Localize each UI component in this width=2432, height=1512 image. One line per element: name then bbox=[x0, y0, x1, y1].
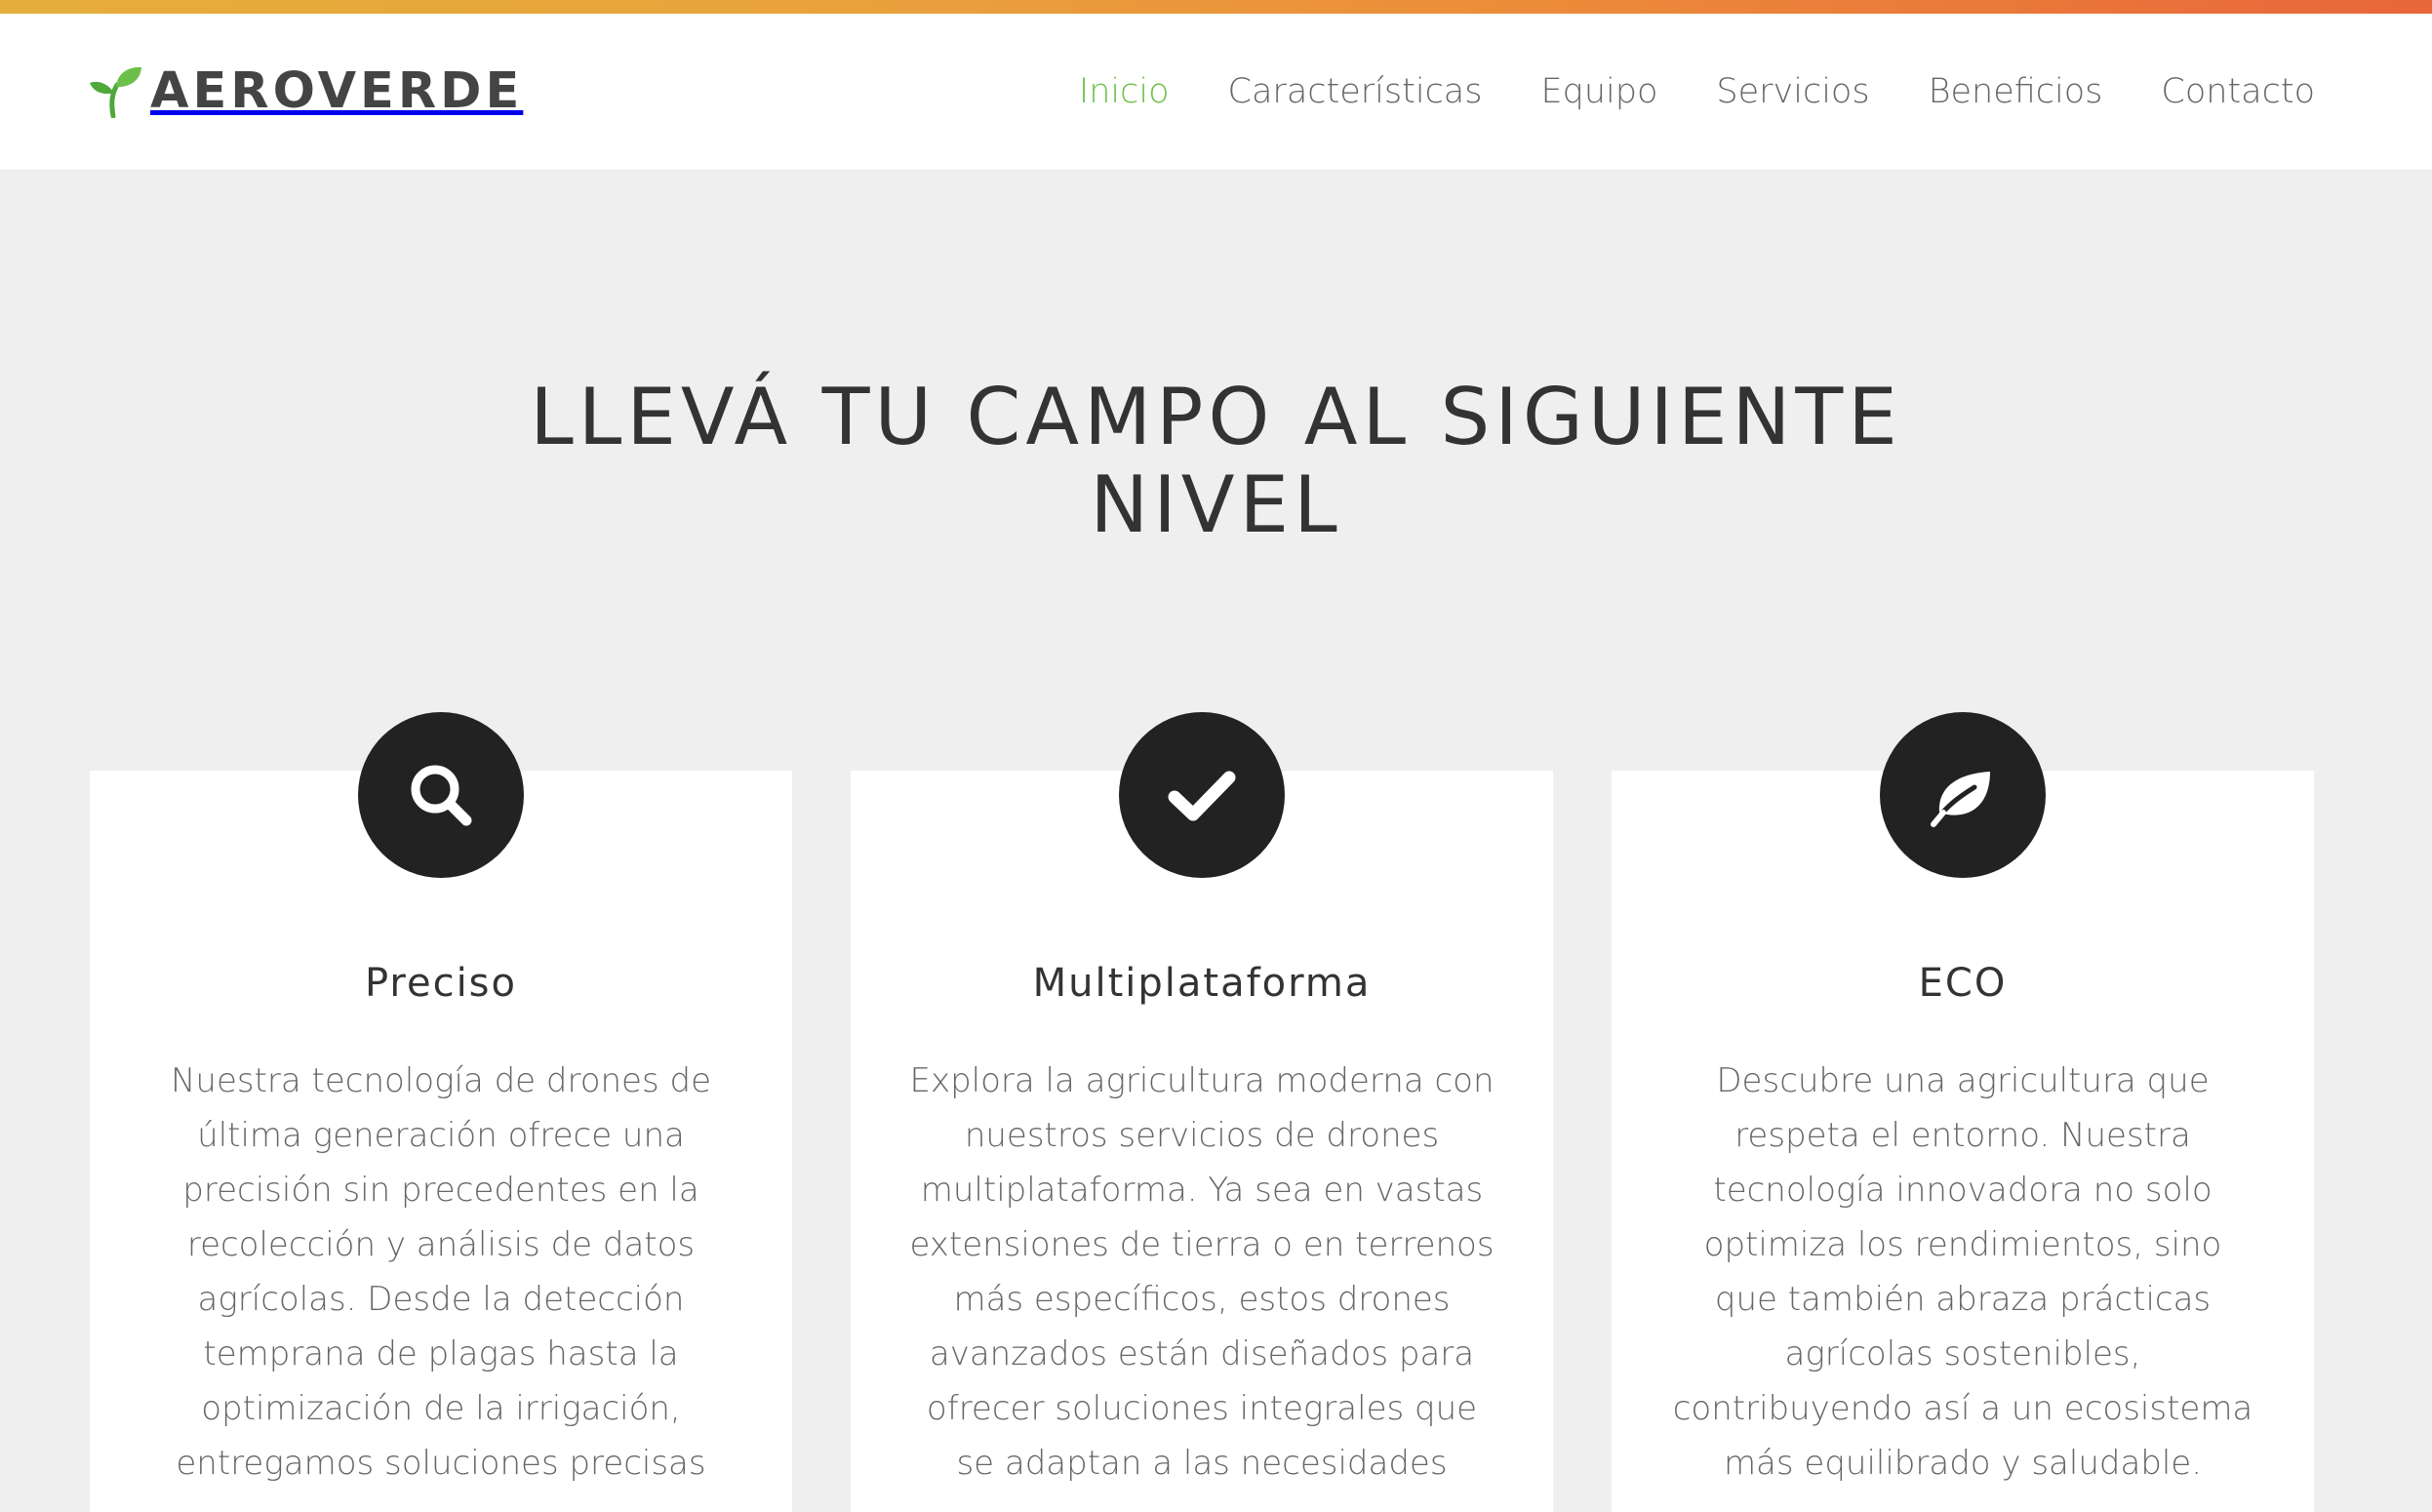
nav-item-equipo[interactable]: Equipo bbox=[1541, 72, 1658, 111]
feature-title: ECO bbox=[1918, 961, 2008, 1006]
feature-description: Descubre una agricultura que respeta el … bbox=[1672, 1061, 2253, 1483]
sprout-icon bbox=[88, 63, 144, 119]
hero-title-line-1: LLEVÁ TU CAMPO AL SIGUIENTE bbox=[530, 372, 1902, 462]
feature-description: Nuestra tecnología de drones de última g… bbox=[170, 1061, 711, 1483]
feature-title: Preciso bbox=[364, 961, 517, 1006]
hero-title: LLEVÁ TU CAMPO AL SIGUIENTE NIVEL bbox=[0, 374, 2432, 549]
site-header: AEROVERDE Inicio Características Equipo … bbox=[0, 14, 2432, 170]
nav-item-servicios[interactable]: Servicios bbox=[1716, 72, 1869, 111]
feature-title: Multiplataforma bbox=[1032, 961, 1372, 1006]
brand-name: AEROVERDE bbox=[150, 61, 524, 120]
feature-card-multiplataforma: Multiplataforma Explora la agricultura m… bbox=[851, 712, 1553, 1512]
feature-card-eco: ECO Descubre una agricultura que respeta… bbox=[1612, 712, 2314, 1512]
feature-description: Explora la agricultura moderna con nuest… bbox=[909, 1061, 1495, 1483]
nav-item-caracteristicas[interactable]: Características bbox=[1228, 72, 1483, 111]
top-accent-strip bbox=[0, 0, 2432, 14]
leaf-icon bbox=[1880, 712, 2046, 878]
nav-item-beneficios[interactable]: Beneficios bbox=[1929, 72, 2103, 111]
check-icon bbox=[1119, 712, 1285, 878]
brand-logo[interactable]: AEROVERDE bbox=[88, 57, 523, 125]
search-icon bbox=[358, 712, 524, 878]
main-nav: Inicio Características Equipo Servicios … bbox=[1079, 62, 2315, 121]
hero-title-line-2: NIVEL bbox=[1090, 459, 1342, 550]
nav-item-inicio[interactable]: Inicio bbox=[1079, 72, 1170, 111]
feature-card-preciso: Preciso Nuestra tecnología de drones de … bbox=[90, 712, 792, 1512]
nav-item-contacto[interactable]: Contacto bbox=[2161, 72, 2315, 111]
